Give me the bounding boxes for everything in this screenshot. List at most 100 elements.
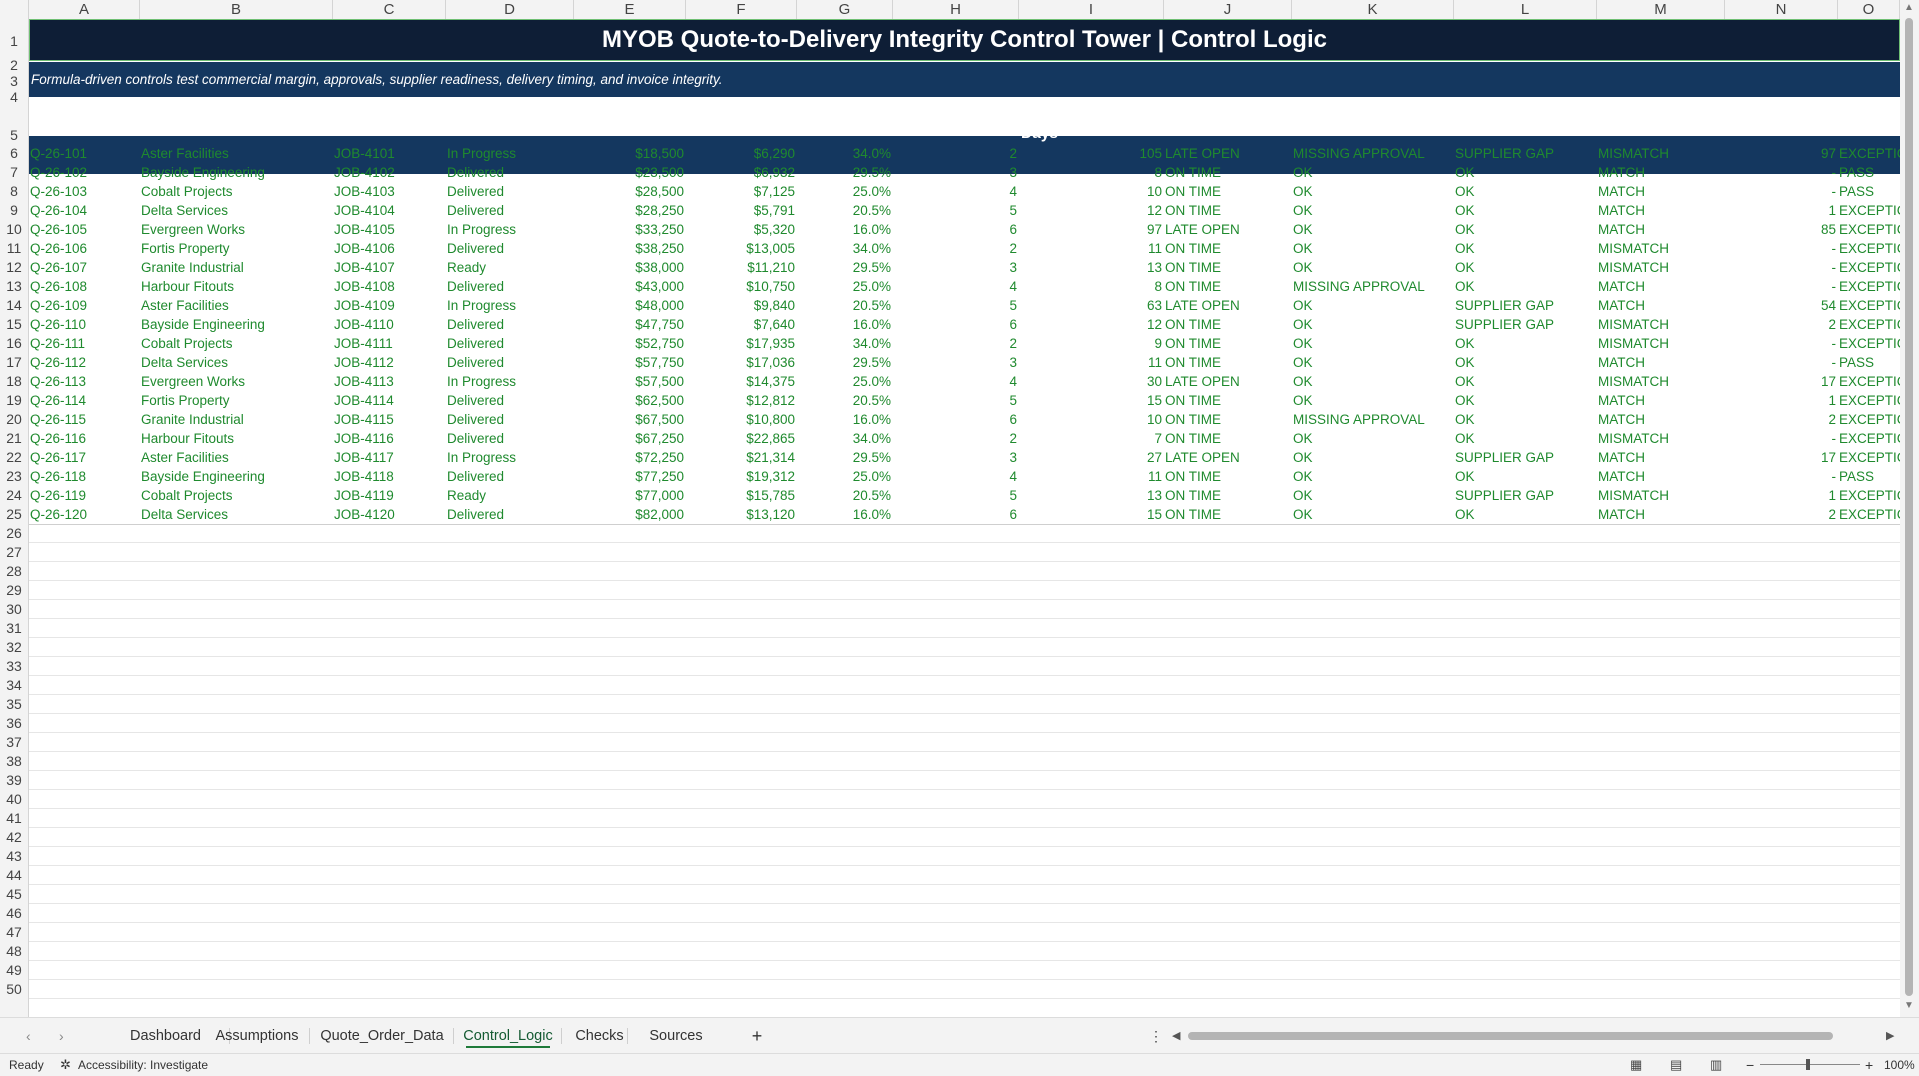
row-header[interactable]: 35 <box>0 695 28 714</box>
table-cell[interactable]: 17 <box>1725 372 1838 391</box>
table-cell[interactable]: 2 <box>1725 505 1838 524</box>
row-header[interactable]: 22 <box>0 448 28 467</box>
table-cell[interactable]: 25.0% <box>797 467 893 486</box>
table-cell[interactable]: $38,250 <box>574 239 686 258</box>
table-cell[interactable]: OK <box>1292 372 1454 391</box>
table-cell[interactable]: $38,000 <box>574 258 686 277</box>
table-cell[interactable]: 105 <box>1019 144 1164 163</box>
sheet-tab[interactable]: Checks <box>573 1018 626 1054</box>
table-cell[interactable]: MATCH <box>1597 353 1725 372</box>
table-cell[interactable]: 10 <box>1019 182 1164 201</box>
table-cell[interactable]: ON TIME <box>1164 410 1292 429</box>
table-cell[interactable]: EXCEPTIC <box>1838 372 1900 391</box>
row-header[interactable]: 8 <box>0 182 28 201</box>
column-header[interactable]: M <box>1597 0 1725 19</box>
table-cell[interactable]: Q-26-116 <box>29 429 140 448</box>
table-cell[interactable]: MATCH <box>1597 505 1725 524</box>
row-header[interactable]: 5 <box>0 106 28 144</box>
table-cell[interactable]: Delivered <box>446 353 574 372</box>
table-cell[interactable]: ON TIME <box>1164 182 1292 201</box>
table-cell[interactable]: ON TIME <box>1164 239 1292 258</box>
table-cell[interactable]: ON TIME <box>1164 277 1292 296</box>
sheet-tab[interactable]: Quote_Order_Data <box>312 1018 452 1054</box>
hscroll-right-arrow-icon[interactable]: ▶ <box>1886 1018 1894 1054</box>
table-cell[interactable]: 30 <box>1019 372 1164 391</box>
column-header[interactable]: O <box>1838 0 1900 19</box>
table-cell[interactable]: OK <box>1292 258 1454 277</box>
table-cell[interactable]: $67,500 <box>574 410 686 429</box>
row-header[interactable]: 36 <box>0 714 28 733</box>
table-cell[interactable]: Delivered <box>446 182 574 201</box>
table-cell[interactable]: 97 <box>1019 220 1164 239</box>
column-header[interactable]: J <box>1164 0 1292 19</box>
row-header[interactable]: 47 <box>0 923 28 942</box>
table-cell[interactable]: Delivered <box>446 429 574 448</box>
table-cell[interactable]: 4 <box>893 182 1019 201</box>
table-cell[interactable]: JOB-4102 <box>333 163 446 182</box>
hscroll-left-arrow-icon[interactable]: ◀ <box>1172 1018 1180 1054</box>
sheet-tab[interactable]: Control_Logic <box>456 1018 560 1054</box>
table-cell[interactable]: Delivered <box>446 334 574 353</box>
table-cell[interactable]: JOB-4108 <box>333 277 446 296</box>
row-header[interactable]: 16 <box>0 334 28 353</box>
table-cell[interactable]: 16.0% <box>797 315 893 334</box>
table-cell[interactable]: $6,932 <box>686 163 797 182</box>
table-cell[interactable]: OK <box>1292 353 1454 372</box>
table-cell[interactable]: $12,812 <box>686 391 797 410</box>
table-cell[interactable]: $23,500 <box>574 163 686 182</box>
table-cell[interactable]: 25.0% <box>797 277 893 296</box>
row-header[interactable]: 33 <box>0 657 28 676</box>
add-sheet-button[interactable]: + <box>742 1018 772 1054</box>
table-cell[interactable]: - <box>1725 182 1838 201</box>
table-cell[interactable]: EXCEPTIC <box>1838 277 1900 296</box>
table-cell[interactable]: Q-26-108 <box>29 277 140 296</box>
table-cell[interactable]: Bayside Engineering <box>140 163 333 182</box>
table-cell[interactable]: 63 <box>1019 296 1164 315</box>
column-header[interactable]: L <box>1454 0 1597 19</box>
table-cell[interactable]: 2 <box>1725 410 1838 429</box>
table-cell[interactable]: ON TIME <box>1164 201 1292 220</box>
table-cell[interactable]: 11 <box>1019 239 1164 258</box>
table-cell[interactable]: JOB-4103 <box>333 182 446 201</box>
table-cell[interactable]: Evergreen Works <box>140 220 333 239</box>
row-header[interactable]: 41 <box>0 809 28 828</box>
table-cell[interactable]: JOB-4111 <box>333 334 446 353</box>
table-cell[interactable]: 13 <box>1019 486 1164 505</box>
row-header[interactable]: 31 <box>0 619 28 638</box>
table-cell[interactable]: MATCH <box>1597 182 1725 201</box>
table-cell[interactable]: ON TIME <box>1164 391 1292 410</box>
table-cell[interactable]: JOB-4112 <box>333 353 446 372</box>
table-cell[interactable]: Delta Services <box>140 201 333 220</box>
row-header[interactable]: 37 <box>0 733 28 752</box>
table-cell[interactable]: $6,290 <box>686 144 797 163</box>
table-cell[interactable]: $77,250 <box>574 467 686 486</box>
table-cell[interactable]: $62,500 <box>574 391 686 410</box>
row-header[interactable]: 49 <box>0 961 28 980</box>
table-cell[interactable]: $57,500 <box>574 372 686 391</box>
table-cell[interactable]: SUPPLIER GAP <box>1454 315 1597 334</box>
sheet-tab[interactable]: Sources <box>636 1018 716 1054</box>
table-cell[interactable]: Q-26-114 <box>29 391 140 410</box>
table-cell[interactable]: Harbour Fitouts <box>140 277 333 296</box>
vertical-scroll-thumb[interactable] <box>1905 18 1913 996</box>
table-cell[interactable]: ON TIME <box>1164 334 1292 353</box>
scroll-up-arrow-icon[interactable]: ▲ <box>1904 2 1914 13</box>
zoom-out-icon[interactable]: − <box>1746 1054 1754 1076</box>
table-cell[interactable]: $82,000 <box>574 505 686 524</box>
table-cell[interactable]: OK <box>1292 163 1454 182</box>
row-header[interactable]: 42 <box>0 828 28 847</box>
row-header[interactable]: 14 <box>0 296 28 315</box>
table-cell[interactable]: $5,320 <box>686 220 797 239</box>
table-cell[interactable]: $9,840 <box>686 296 797 315</box>
table-cell[interactable]: 7 <box>1019 429 1164 448</box>
table-cell[interactable]: 4 <box>893 467 1019 486</box>
horizontal-scroll-thumb[interactable] <box>1188 1032 1833 1040</box>
table-cell[interactable]: Q-26-105 <box>29 220 140 239</box>
row-header[interactable]: 48 <box>0 942 28 961</box>
table-cell[interactable]: MATCH <box>1597 201 1725 220</box>
table-cell[interactable]: Q-26-107 <box>29 258 140 277</box>
table-cell[interactable]: $13,005 <box>686 239 797 258</box>
sheet-tab[interactable]: Assumptions <box>206 1018 308 1054</box>
table-cell[interactable]: OK <box>1292 467 1454 486</box>
table-cell[interactable]: Aster Facilities <box>140 144 333 163</box>
